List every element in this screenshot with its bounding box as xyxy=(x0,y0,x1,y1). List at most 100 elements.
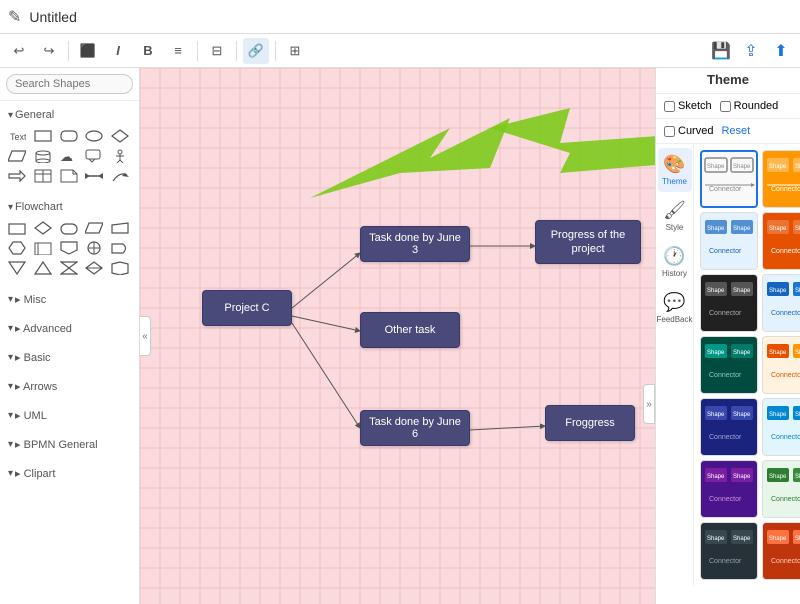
node-task-june3[interactable]: Task done by June 3 xyxy=(360,226,470,262)
node-other-task[interactable]: Other task xyxy=(360,312,460,348)
left-panel-collapse[interactable]: « xyxy=(140,316,151,356)
reset-button[interactable]: Reset xyxy=(721,125,750,137)
section-flowchart-title[interactable]: Flowchart xyxy=(6,197,133,217)
fc-terminator[interactable] xyxy=(58,219,80,237)
fc-prep[interactable] xyxy=(6,239,28,257)
fc-sumjunction[interactable] xyxy=(83,239,105,257)
fc-decision[interactable] xyxy=(32,219,54,237)
section-arrows-title[interactable]: ▸ Arrows xyxy=(6,376,133,397)
fc-data[interactable] xyxy=(83,219,105,237)
fc-manual[interactable] xyxy=(109,219,131,237)
search-input[interactable] xyxy=(6,74,133,94)
shape-diamond[interactable] xyxy=(109,127,131,145)
shape-curved-arrow[interactable] xyxy=(109,167,131,185)
bold-button[interactable]: B xyxy=(135,38,161,64)
shape-cylinder[interactable] xyxy=(32,147,54,165)
rounded-label[interactable]: Rounded xyxy=(720,100,779,112)
theme-card-2[interactable]: Shape Shape Connector xyxy=(762,150,800,208)
shape-rounded[interactable] xyxy=(58,127,80,145)
shape-cloud[interactable]: ☁ xyxy=(58,147,80,165)
table-button[interactable]: ⊞ xyxy=(282,38,308,64)
svg-text:Shape: Shape xyxy=(707,164,725,170)
save-button[interactable]: 💾 xyxy=(708,38,734,64)
shape-callout[interactable] xyxy=(83,147,105,165)
theme-card-3[interactable]: Shape Shape Connector xyxy=(700,212,758,270)
section-clipart-title[interactable]: ▸ Clipart xyxy=(6,463,133,484)
node-progress[interactable]: Progress of the project xyxy=(535,220,641,264)
style-icon-btn[interactable]: 🖌 Style xyxy=(658,194,692,238)
svg-text:Connector: Connector xyxy=(771,558,800,565)
fc-extract[interactable] xyxy=(32,259,54,277)
svg-text:☁: ☁ xyxy=(60,149,73,163)
undo-button[interactable]: ↩ xyxy=(6,38,32,64)
shape-note[interactable] xyxy=(58,167,80,185)
align-button[interactable]: ⊟ xyxy=(204,38,230,64)
theme-card-13[interactable]: Shape Shape Connector xyxy=(700,522,758,580)
shape-person[interactable] xyxy=(109,147,131,165)
theme-card-10[interactable]: Shape Shape Connector xyxy=(762,398,800,456)
theme-card-5[interactable]: Shape Shape Connector xyxy=(700,274,758,332)
canvas-area[interactable]: « Project C T xyxy=(140,68,655,604)
shape-ellipse[interactable] xyxy=(83,127,105,145)
theme-card-1[interactable]: Shape Shape Connector xyxy=(700,150,758,208)
flowchart-shapes xyxy=(6,217,133,281)
theme-card-9[interactable]: Shape Shape Connector xyxy=(700,398,758,456)
node-froggress[interactable]: Froggress xyxy=(545,405,635,441)
sketch-checkbox[interactable] xyxy=(664,101,675,112)
history-icon-btn[interactable]: 🕐 History xyxy=(658,240,692,284)
fc-collate[interactable] xyxy=(58,259,80,277)
svg-text:Shape: Shape xyxy=(733,350,751,356)
theme-card-7[interactable]: Shape Shape Connector xyxy=(700,336,758,394)
section-advanced: ▸ Advanced xyxy=(0,314,139,343)
redo-button[interactable]: ↪ xyxy=(36,38,62,64)
fc-sort[interactable] xyxy=(83,259,105,277)
shape-double-arrow[interactable] xyxy=(83,167,105,185)
svg-text:Text: Text xyxy=(10,132,26,142)
curved-checkbox[interactable] xyxy=(664,126,675,137)
fc-offpage[interactable] xyxy=(58,239,80,257)
publish-button[interactable]: ⬆ xyxy=(768,38,794,64)
svg-text:Shape: Shape xyxy=(707,288,725,294)
italic-button[interactable]: I xyxy=(105,38,131,64)
section-basic-title[interactable]: ▸ Basic xyxy=(6,347,133,368)
theme-card-4[interactable]: Shape Shape Connector xyxy=(762,212,800,270)
share-button[interactable]: ⇪ xyxy=(738,38,764,64)
fc-internal[interactable] xyxy=(32,239,54,257)
theme-icon-btn[interactable]: 🎨 Theme xyxy=(658,148,692,192)
section-advanced-title[interactable]: ▸ Advanced xyxy=(6,318,133,339)
link-button[interactable]: 🔗 xyxy=(243,38,269,64)
svg-text:Connector: Connector xyxy=(709,434,742,441)
shape-parallelogram[interactable] xyxy=(6,147,28,165)
toolbar: ↩ ↪ ⬛ I B ≡ ⊟ 🔗 ⊞ 💾 ⇪ ⬆ xyxy=(0,34,800,68)
sketch-label[interactable]: Sketch xyxy=(664,100,712,112)
app-icon: ✎ xyxy=(8,7,21,27)
list-button[interactable]: ≡ xyxy=(165,38,191,64)
feedback-icon-btn[interactable]: 💬 FeedBack xyxy=(658,286,692,330)
fc-process[interactable] xyxy=(6,219,28,237)
shape-text[interactable]: Text xyxy=(6,127,28,145)
shape-arrow-right[interactable] xyxy=(6,167,28,185)
theme-card-12[interactable]: Shape Shape Connector xyxy=(762,460,800,518)
general-shapes: Text ☁ xyxy=(6,125,133,189)
node-project-c[interactable]: Project C xyxy=(202,290,292,326)
svg-text:Connector: Connector xyxy=(771,372,800,379)
theme-card-14[interactable]: Shape Shape Connector xyxy=(762,522,800,580)
node-task-june6[interactable]: Task done by June 6 xyxy=(360,410,470,446)
fc-merge[interactable] xyxy=(6,259,28,277)
right-side-icons: 🎨 Theme 🖌 Style 🕐 History 💬 FeedBack xyxy=(656,144,694,586)
fc-store[interactable] xyxy=(109,259,131,277)
fc-delay[interactable] xyxy=(109,239,131,257)
section-misc-title[interactable]: ▸ Misc xyxy=(6,289,133,310)
section-uml-title[interactable]: ▸ UML xyxy=(6,405,133,426)
format-button[interactable]: ⬛ xyxy=(75,38,101,64)
shape-table[interactable] xyxy=(32,167,54,185)
shape-rect[interactable] xyxy=(32,127,54,145)
theme-card-8[interactable]: Shape Shape Connector xyxy=(762,336,800,394)
rounded-checkbox[interactable] xyxy=(720,101,731,112)
section-bpmn-title[interactable]: ▸ BPMN General xyxy=(6,434,133,455)
theme-card-11[interactable]: Shape Shape Connector xyxy=(700,460,758,518)
svg-text:Connector: Connector xyxy=(709,310,742,317)
section-general-title[interactable]: General xyxy=(6,105,133,125)
theme-card-6[interactable]: Shape Shape Connector xyxy=(762,274,800,332)
curved-label[interactable]: Curved xyxy=(664,125,713,137)
